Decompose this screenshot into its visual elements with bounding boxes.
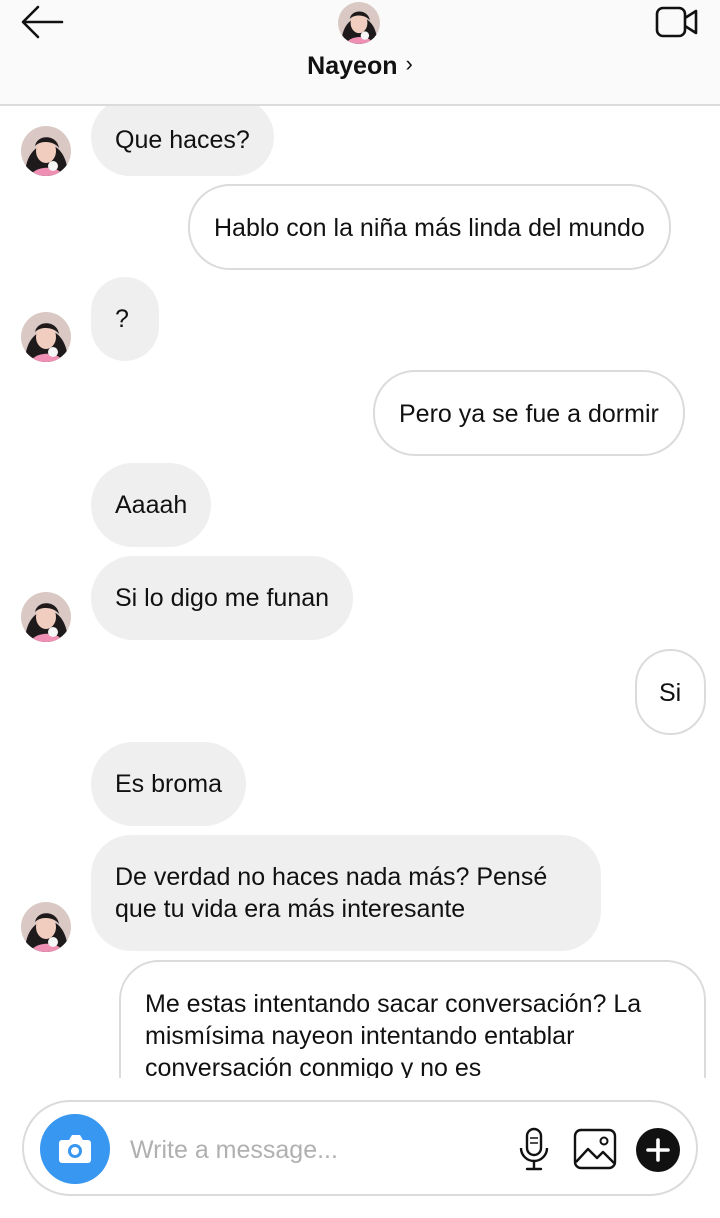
message-text: Si (659, 679, 682, 707)
sender-avatar[interactable] (21, 126, 71, 176)
message-incoming[interactable]: ? (91, 277, 159, 361)
image-gallery-icon (573, 1128, 617, 1170)
arrow-left-icon (21, 5, 64, 39)
video-call-button[interactable] (654, 4, 700, 40)
microphone-icon (519, 1127, 549, 1171)
message-outgoing[interactable]: Pero ya se fue a dormir (373, 370, 685, 456)
message-input[interactable] (130, 1124, 500, 1176)
sender-avatar[interactable] (21, 902, 71, 952)
sender-avatar[interactable] (21, 312, 71, 362)
sender-avatar[interactable] (21, 592, 71, 642)
plus-icon (646, 1138, 670, 1162)
message-outgoing[interactable]: Hablo con la niña más linda del mundo (188, 184, 671, 270)
message-thread[interactable]: Que haces? Hablo con la niña más linda d… (0, 106, 720, 1078)
message-text: ? (115, 305, 129, 333)
contact-name-button[interactable]: Nayeon › (0, 51, 720, 81)
message-outgoing[interactable]: Si (635, 649, 706, 735)
message-incoming[interactable]: Es broma (91, 742, 246, 826)
message-text: Hablo con la niña más linda del mundo (214, 214, 645, 242)
message-incoming[interactable]: Si lo digo me funan (91, 556, 354, 640)
message-text: Si lo digo me funan (115, 584, 330, 612)
message-incoming[interactable]: Aaaah (91, 463, 212, 547)
more-options-button[interactable] (636, 1128, 680, 1172)
message-composer (22, 1100, 698, 1196)
camera-button[interactable] (40, 1114, 110, 1184)
message-text: Me estas intentando sacar conversación? … (145, 990, 642, 1078)
message-text: De verdad no haces nada más? Pensé que t… (115, 863, 548, 923)
contact-name: Nayeon (307, 52, 398, 80)
chevron-right-icon: › (405, 51, 413, 76)
contact-avatar[interactable] (338, 2, 380, 44)
message-text: Que haces? (115, 126, 250, 154)
message-outgoing[interactable]: Me estas intentando sacar conversación? … (119, 960, 706, 1078)
message-incoming[interactable]: De verdad no haces nada más? Pensé que t… (91, 835, 601, 951)
gallery-button[interactable] (572, 1126, 618, 1172)
message-incoming[interactable]: Que haces? (91, 106, 274, 176)
message-text: Es broma (115, 770, 222, 798)
message-text: Pero ya se fue a dormir (399, 400, 659, 428)
video-camera-icon (655, 6, 698, 38)
chat-header: Nayeon › (0, 0, 720, 106)
message-text: Aaaah (115, 491, 188, 519)
voice-message-button[interactable] (514, 1126, 554, 1174)
back-button[interactable] (18, 4, 66, 40)
camera-icon (59, 1135, 91, 1163)
